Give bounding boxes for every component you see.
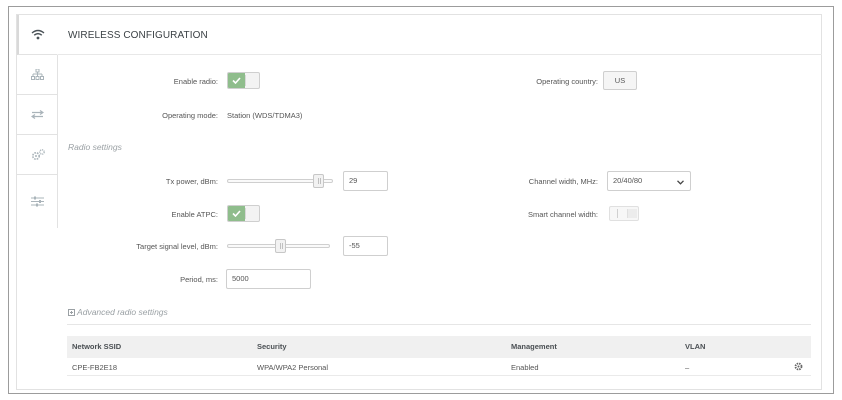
gears-icon	[31, 148, 45, 161]
gear-icon[interactable]	[794, 362, 803, 373]
sidebar	[17, 15, 58, 228]
period-input[interactable]: 5000	[226, 269, 311, 289]
wireless-panel: WIRELESS CONFIGURATION Enable radio: Ope…	[16, 14, 822, 390]
enable-atpc-toggle[interactable]	[227, 205, 260, 222]
smart-channel-width-toggle[interactable]	[609, 206, 639, 221]
divider	[67, 324, 811, 325]
operating-country-button[interactable]: US	[603, 71, 637, 90]
column-header-security: Security	[257, 342, 287, 351]
sidebar-item-services[interactable]	[17, 135, 58, 175]
target-signal-slider[interactable]	[227, 239, 330, 253]
table-row[interactable]: CPE-FB2E18 WPA/WPA2 Personal Enabled –	[67, 358, 811, 376]
plus-square-icon	[68, 307, 77, 317]
chevron-down-icon	[677, 173, 684, 191]
column-header-management: Management	[511, 342, 557, 351]
page-title: WIRELESS CONFIGURATION	[68, 30, 208, 41]
cell-vlan: –	[685, 363, 690, 372]
slider-thumb[interactable]	[313, 174, 324, 188]
advanced-radio-settings-label: Advanced radio settings	[77, 307, 168, 317]
sidebar-item-routing[interactable]	[17, 95, 58, 135]
tx-power-input[interactable]: 29	[343, 171, 388, 191]
channel-width-select[interactable]: 20/40/80	[607, 171, 691, 191]
channel-width-label: Channel width, MHz:	[528, 177, 598, 186]
operating-country-label: Operating country:	[536, 77, 598, 86]
advanced-radio-settings-toggle[interactable]: Advanced radio settings	[68, 307, 168, 317]
wifi-icon	[31, 29, 45, 40]
column-header-vlan: VLAN	[685, 342, 706, 351]
transfer-icon	[31, 110, 44, 119]
cell-security: WPA/WPA2 Personal	[257, 363, 328, 372]
operating-mode-value: Station (WDS/TDMA3)	[227, 111, 303, 120]
column-header-ssid: Network SSID	[72, 342, 122, 351]
sidebar-item-wireless[interactable]	[17, 15, 58, 55]
enable-atpc-label: Enable ATPC:	[171, 210, 218, 219]
target-signal-label: Target signal level, dBm:	[136, 242, 218, 251]
slider-thumb[interactable]	[275, 239, 286, 253]
tx-power-label: Tx power, dBm:	[165, 177, 218, 186]
period-label: Period, ms:	[180, 275, 218, 284]
cell-management: Enabled	[511, 363, 539, 372]
table-header: Network SSID Security Management VLAN	[67, 336, 811, 358]
enable-radio-label: Enable radio:	[173, 77, 218, 86]
check-icon	[228, 206, 245, 221]
network-icon	[31, 69, 44, 80]
cell-ssid: CPE-FB2E18	[72, 363, 118, 372]
sidebar-item-network[interactable]	[17, 55, 58, 95]
sidebar-item-settings[interactable]	[17, 175, 58, 228]
sliders-icon	[31, 196, 44, 207]
panel-header: WIRELESS CONFIGURATION	[58, 15, 822, 55]
operating-mode-label: Operating mode:	[162, 111, 218, 120]
enable-radio-toggle[interactable]	[227, 72, 260, 89]
smart-channel-width-label: Smart channel width:	[527, 210, 598, 219]
radio-settings-heading: Radio settings	[68, 142, 122, 152]
target-signal-input[interactable]: -55	[343, 236, 388, 256]
check-icon	[228, 73, 245, 88]
channel-width-value: 20/40/80	[613, 176, 643, 185]
tx-power-slider[interactable]	[227, 174, 333, 188]
